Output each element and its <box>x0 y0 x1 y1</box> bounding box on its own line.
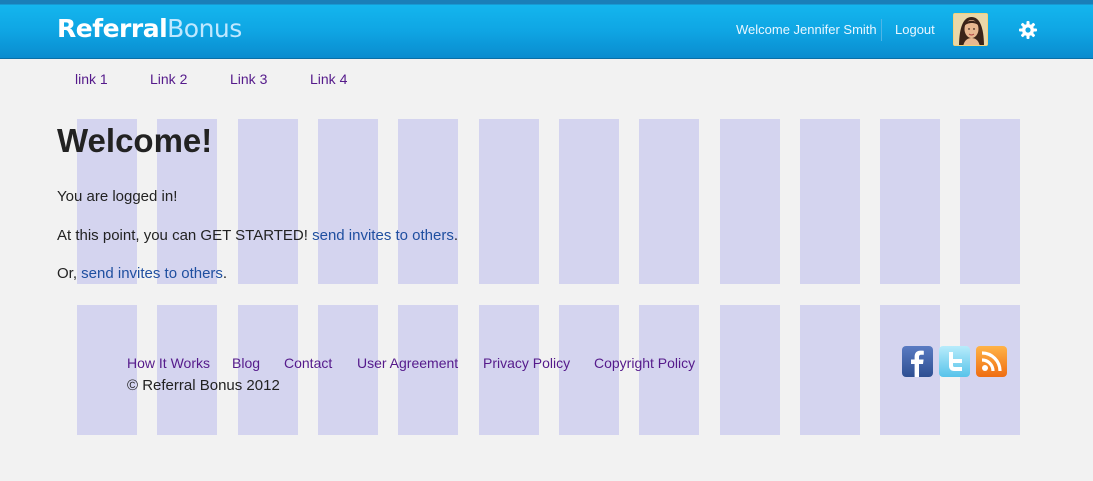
nav-link-1[interactable]: link 1 <box>75 71 108 87</box>
footer-link-user-agreement[interactable]: User Agreement <box>357 355 458 371</box>
footer-link-blog[interactable]: Blog <box>232 355 260 371</box>
grid-column <box>720 119 780 284</box>
logged-in-message: You are logged in! <box>57 188 178 205</box>
send-invites-link[interactable]: send invites to others <box>312 227 454 244</box>
grid-column <box>800 305 860 435</box>
nav-link-4[interactable]: Link 4 <box>310 71 347 87</box>
twitter-icon[interactable] <box>939 346 970 377</box>
grid-column <box>639 119 699 284</box>
or-period: . <box>222 265 228 282</box>
get-started-line: At this point, you can GET STARTED! send… <box>57 227 458 244</box>
footer-link-copyright-policy[interactable]: Copyright Policy <box>594 355 695 371</box>
logo-text-bonus: Bonus <box>167 14 242 43</box>
header-bar: ReferralBonus Welcome Jennifer Smith Log… <box>0 0 1093 59</box>
get-started-text: At this point, you can GET STARTED! <box>57 227 313 244</box>
nav-link-2[interactable]: Link 2 <box>150 71 187 87</box>
grid-column <box>720 305 780 435</box>
grid-column <box>960 119 1020 284</box>
grid-column <box>880 119 940 284</box>
avatar[interactable] <box>953 13 988 46</box>
footer-link-privacy-policy[interactable]: Privacy Policy <box>483 355 570 371</box>
grid-column <box>318 119 378 284</box>
grid-column <box>479 119 539 284</box>
footer-link-contact[interactable]: Contact <box>284 355 332 371</box>
copyright-notice: © Referral Bonus 2012 <box>127 377 280 394</box>
grid-column <box>800 119 860 284</box>
grid-column <box>398 119 458 284</box>
page-title: Welcome! <box>57 122 213 159</box>
facebook-icon[interactable] <box>902 346 933 377</box>
or-invite-line: Or, send invites to others. <box>57 265 227 282</box>
avatar-portrait-icon <box>954 14 987 45</box>
welcome-user-text: Welcome Jennifer Smith <box>736 22 877 37</box>
nav-link-3[interactable]: Link 3 <box>230 71 267 87</box>
site-logo[interactable]: ReferralBonus <box>57 14 242 43</box>
send-invites-link-secondary[interactable]: send invites to others <box>81 265 223 282</box>
or-text: Or, <box>57 265 82 282</box>
footer-link-how-it-works[interactable]: How It Works <box>127 355 210 371</box>
logout-link[interactable]: Logout <box>895 22 935 37</box>
get-started-period: . <box>453 227 459 244</box>
grid-column <box>559 119 619 284</box>
logo-text-referral: Referral <box>57 14 168 43</box>
header-divider <box>881 19 882 41</box>
rss-icon[interactable] <box>976 346 1007 377</box>
grid-column <box>238 119 298 284</box>
settings-gear-icon[interactable] <box>1017 19 1039 41</box>
